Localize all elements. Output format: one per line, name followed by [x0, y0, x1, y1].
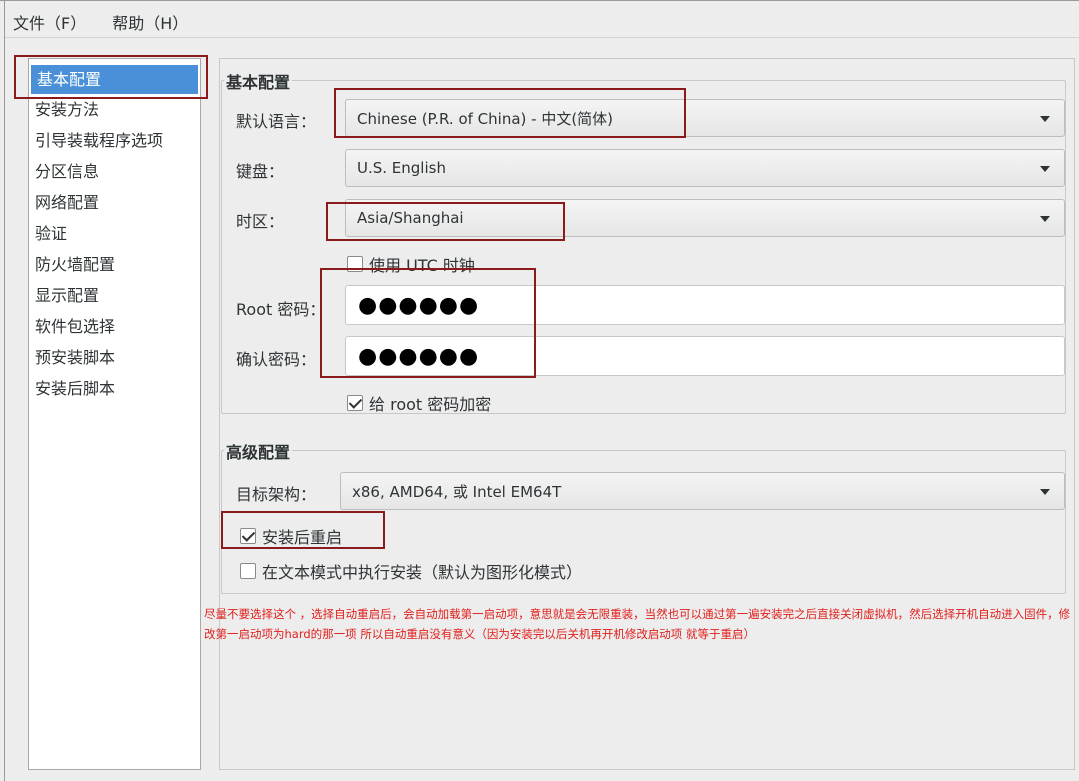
root-password-input[interactable]: ●●●●●● — [345, 285, 1065, 325]
chevron-down-icon — [1040, 166, 1050, 172]
checkmark-icon — [347, 395, 363, 411]
sidebar: 基本配置 安装方法 引导装载程序选项 分区信息 网络配置 验证 防火墙配置 显示… — [28, 58, 201, 770]
sidebar-item-partition[interactable]: 分区信息 — [29, 156, 200, 187]
sidebar-item-firewall[interactable]: 防火墙配置 — [29, 249, 200, 280]
root-password-label: Root 密码： — [236, 300, 326, 319]
sidebar-item-basic-config[interactable]: 基本配置 — [31, 65, 198, 94]
menubar: 文件（F） 帮助（H） — [5, 6, 1079, 38]
language-combo[interactable]: Chinese (P.R. of China) - 中文(简体) — [345, 99, 1065, 137]
timezone-combo[interactable]: Asia/Shanghai — [345, 199, 1065, 237]
arch-label: 目标架构： — [236, 485, 317, 504]
sidebar-item-packages[interactable]: 软件包选择 — [29, 311, 200, 342]
sidebar-item-bootloader[interactable]: 引导装载程序选项 — [29, 125, 200, 156]
language-value: Chinese (P.R. of China) - 中文(简体) — [357, 109, 614, 128]
arch-combo[interactable]: x86, AMD64, 或 Intel EM64T — [340, 472, 1065, 510]
basic-config-title: 基本配置 — [224, 69, 293, 93]
arch-value: x86, AMD64, 或 Intel EM64T — [352, 482, 562, 501]
annotation-note: 尽量不要选择这个 ，选择自动重启后，会自动加载第一启动项，意思就是会无限重装，当… — [204, 607, 1071, 641]
root-password-value: ●●●●●● — [358, 292, 480, 318]
timezone-value: Asia/Shanghai — [357, 209, 464, 227]
window-left-border — [4, 0, 5, 781]
sidebar-item-post-script[interactable]: 安装后脚本 — [29, 373, 200, 404]
utc-clock-label: 使用 UTC 时钟 — [369, 256, 475, 275]
text-mode-checkbox[interactable]: 在文本模式中执行安装（默认为图形化模式） — [240, 559, 582, 583]
chevron-down-icon — [1040, 116, 1050, 122]
keyboard-combo[interactable]: U.S. English — [345, 149, 1065, 187]
utc-clock-checkbox[interactable]: 使用 UTC 时钟 — [347, 252, 475, 276]
reboot-after-install-checkbox[interactable]: 安装后重启 — [240, 524, 342, 548]
language-label: 默认语言： — [236, 112, 317, 131]
sidebar-item-network[interactable]: 网络配置 — [29, 187, 200, 218]
timezone-label: 时区： — [236, 212, 285, 231]
menu-help[interactable]: 帮助（H） — [112, 10, 188, 34]
chevron-down-icon — [1040, 489, 1050, 495]
confirm-password-input[interactable]: ●●●●●● — [345, 336, 1065, 376]
checkmark-icon — [240, 528, 256, 544]
text-mode-label: 在文本模式中执行安装（默认为图形化模式） — [262, 563, 583, 582]
confirm-password-label: 确认密码： — [236, 350, 317, 369]
encrypt-root-password-label: 给 root 密码加密 — [369, 395, 492, 414]
keyboard-value: U.S. English — [357, 159, 446, 177]
sidebar-item-display[interactable]: 显示配置 — [29, 280, 200, 311]
encrypt-root-password-checkbox[interactable]: 给 root 密码加密 — [347, 391, 491, 415]
checkbox-icon — [347, 256, 363, 272]
chevron-down-icon — [1040, 216, 1050, 222]
confirm-password-value: ●●●●●● — [358, 343, 480, 369]
reboot-after-install-label: 安装后重启 — [262, 528, 343, 547]
menu-file[interactable]: 文件（F） — [13, 10, 86, 34]
advanced-config-title: 高级配置 — [224, 439, 293, 463]
sidebar-item-install-method[interactable]: 安装方法 — [29, 94, 200, 125]
checkbox-icon — [240, 563, 256, 579]
sidebar-item-pre-script[interactable]: 预安装脚本 — [29, 342, 200, 373]
window-top-border — [0, 0, 1079, 4]
keyboard-label: 键盘： — [236, 162, 285, 181]
sidebar-item-auth[interactable]: 验证 — [29, 218, 200, 249]
